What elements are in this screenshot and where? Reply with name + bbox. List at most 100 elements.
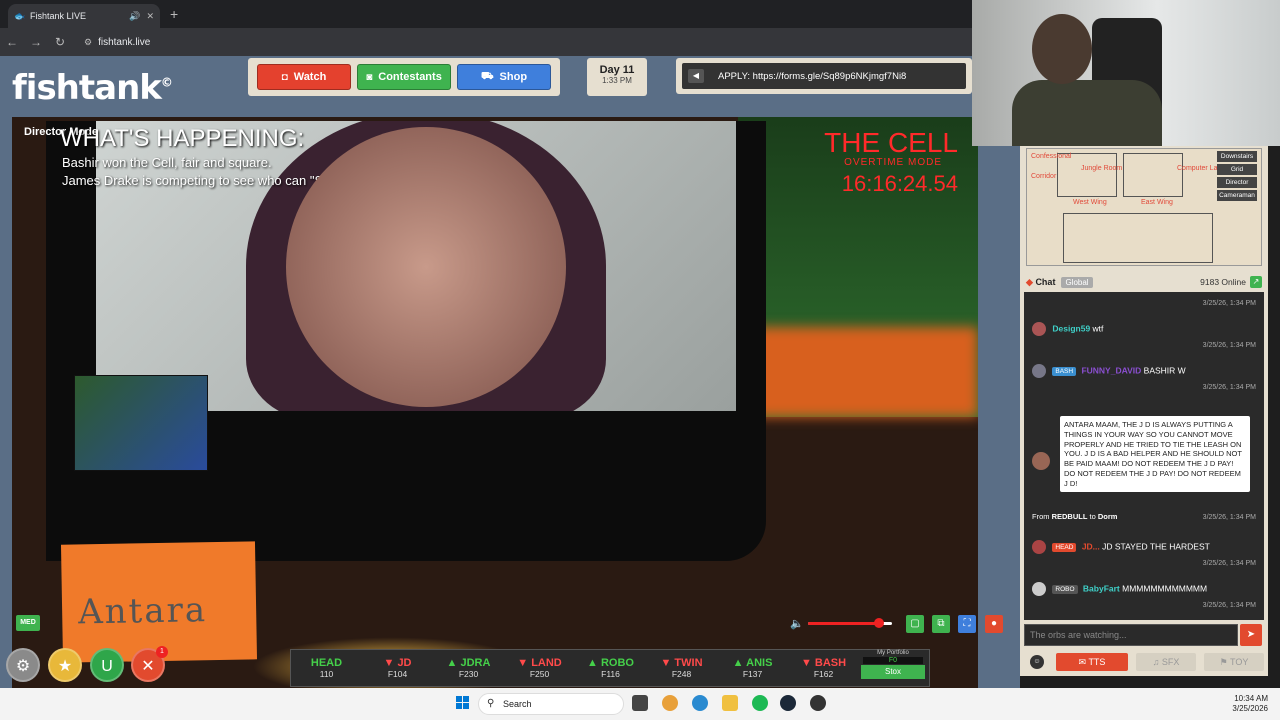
url-field[interactable]: ⚙ fishtank.live [84,37,150,48]
reload-icon[interactable]: ↻ [48,35,72,49]
stox-button[interactable]: Stox [861,665,925,679]
live-video[interactable]: Antara Director Mode WHAT'S HAPPENING: B… [12,117,978,697]
map-label[interactable]: Computer Lab [1177,165,1221,172]
spotify-icon[interactable] [752,695,768,711]
steam-icon[interactable] [780,695,796,711]
browser-tab-bar: 🐟 Fishtank LIVE 🔊 ✕ + [0,0,972,28]
level-icon[interactable]: ★ [48,648,82,682]
map-menu-item[interactable]: Director [1217,177,1257,188]
record-icon[interactable]: ● [985,615,1003,633]
audio-icon[interactable]: 🔊 [129,11,140,22]
stox-item[interactable]: ▼ LAND F250 [504,657,575,679]
stox-item[interactable]: ▲ ANIS F137 [717,657,788,679]
map-label[interactable]: West Wing [1073,199,1107,206]
house-time: 1:33 PM [602,76,632,85]
chat-username[interactable]: FUNNY_DAVID [1081,365,1141,375]
shop-button[interactable]: ⛟ Shop [457,64,551,90]
clip-icon[interactable]: ▢ [906,615,924,633]
stox-item[interactable]: ▲ JDRA F230 [433,657,504,679]
stox-price: F104 [387,669,408,679]
chat-username[interactable]: BabyFart [1083,583,1120,593]
file-explorer-icon[interactable] [722,695,738,711]
cast-icon[interactable]: ⧉ [932,615,950,633]
watch-button[interactable]: ◘ Watch [257,64,351,90]
timestamp: 3/25/26, 1:34 PM [1202,560,1256,567]
stox-name-text: JD [397,657,412,669]
obs-icon[interactable] [810,695,826,711]
webcam-person [1032,14,1092,84]
chat-username[interactable]: Design59 [1052,323,1090,333]
windows-start-icon[interactable] [456,696,470,710]
browser-tab[interactable]: 🐟 Fishtank LIVE 🔊 ✕ [8,4,160,28]
map-room [1063,213,1213,263]
map-menu-item[interactable]: Downstairs [1217,151,1257,162]
chat-messages[interactable]: 3/25/26, 1:34 PM Design59 wtf 3/25/26, 1… [1024,292,1264,620]
stox-item[interactable]: ▲ ROBO F116 [575,657,646,679]
toy-button[interactable]: ⚑ TOY [1204,653,1264,671]
chat-input[interactable]: The orbs are watching... [1024,624,1238,646]
fish-icon: ◙ [366,71,373,83]
logo[interactable]: fishtank© [12,68,173,108]
tts-from-label: From [1032,512,1050,521]
contestants-button[interactable]: ◙ Contestants [357,64,451,90]
webcam-body [1012,80,1162,146]
close-tab-icon[interactable]: ✕ [146,11,154,22]
map-menu-item[interactable]: Cameraman [1217,190,1257,201]
stox-name-text: LAND [531,657,562,669]
map-menu-item[interactable]: Grid [1217,164,1257,175]
cart-icon: ⛟ [480,70,494,82]
map-label[interactable]: Confessional [1031,153,1071,160]
fullscreen-icon[interactable]: ⛶ [958,615,976,633]
stox-item[interactable]: ▼ TWIN F248 [646,657,717,679]
taskbar-search[interactable]: ⚲ Search [478,693,624,715]
stox-item[interactable]: HEAD 110 [291,657,362,679]
stox-item[interactable]: ▼ BASH F162 [788,657,859,679]
chat-username[interactable]: JD... [1082,541,1100,551]
online-icon[interactable]: ↗ [1250,276,1262,288]
chat-text: BASHIR W [1143,365,1186,376]
clock-date: 3/25/2026 [1232,704,1268,714]
system-clock[interactable]: 10:34 AM 3/25/2026 [1232,694,1268,715]
task-view-icon[interactable] [632,695,648,711]
forward-icon[interactable]: → [24,35,48,49]
map-label[interactable]: Corridor [1031,173,1056,180]
house-map[interactable]: Confessional Jungle Room Computer Lab Co… [1026,148,1262,266]
timestamp: 3/25/26, 1:34 PM [1202,300,1256,307]
map-label[interactable]: Jungle Room [1081,165,1122,172]
med-badge[interactable]: MED [16,615,40,631]
right-panel: Confessional Jungle Room Computer Lab Co… [1020,146,1268,676]
tts-to-room: Dorm [1097,512,1118,521]
emoji-icon[interactable]: ☺ [1030,655,1044,669]
stox-name-text: BASH [814,657,847,669]
items-icon[interactable]: U [90,648,124,682]
url-text: fishtank.live [98,36,151,48]
online-count: 9183 Online [1200,277,1246,287]
stox-name: HEAD [291,657,362,669]
chrome-icon[interactable] [662,695,678,711]
volume-icon[interactable]: 🔈 [790,617,804,630]
stox-ticker: HEAD 110 ▼ JD F104 ▲ JDRA F230 ▼ LAND F250 ▲… [290,649,930,687]
tts-button[interactable]: ✉ TTS [1056,653,1128,671]
picture-in-picture [74,375,208,471]
chat-message: Design59 wtf [1032,322,1256,336]
stox-item[interactable]: ▼ JD F104 [362,657,433,679]
volume-slider[interactable] [808,618,892,628]
sfx-button[interactable]: ♫ SFX [1136,653,1196,671]
chat-message: ROBO BabyFart MMMMMMMMMMMM [1032,582,1256,596]
whats-happening-title: WHAT'S HAPPENING: [60,125,305,152]
tts-from-user[interactable]: REDBULL [1052,512,1088,521]
cell-title: THE CELL [824,127,958,158]
apply-text[interactable]: APPLY: https://forms.gle/Sq89p6NKjmgf7Ni… [718,71,906,82]
banner-back-icon[interactable]: ◀ [688,69,704,83]
settings-gear-icon[interactable]: ⚙ [6,648,40,682]
back-icon[interactable]: ← [0,35,24,49]
notification-badge: 1 [156,646,168,658]
apply-inner: ◀ APPLY: https://forms.gle/Sq89p6NKjmgf7… [682,63,966,89]
global-chat-tab[interactable]: Global [1061,276,1093,288]
send-icon[interactable]: ➤ [1240,624,1262,646]
new-tab-button[interactable]: + [170,6,178,22]
face [286,127,566,407]
map-label[interactable]: East Wing [1141,199,1173,206]
site-info-icon[interactable]: ⚙ [84,37,92,48]
edge-icon[interactable] [692,695,708,711]
